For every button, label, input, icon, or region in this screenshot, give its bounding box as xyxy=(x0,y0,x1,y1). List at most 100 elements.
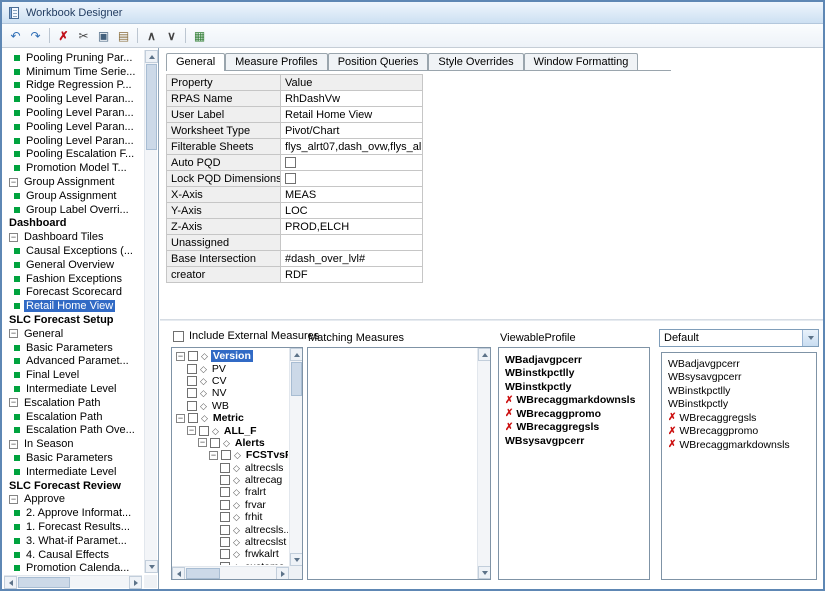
tree-expander-icon[interactable]: − xyxy=(209,451,218,460)
tab-general[interactable]: General xyxy=(166,53,225,71)
tree-expander-icon[interactable]: − xyxy=(176,414,185,423)
tree-item-1-forecast-results[interactable]: 1. Forecast Results... xyxy=(5,520,142,534)
format-grid-button[interactable]: ▦ xyxy=(190,26,209,45)
scroll-right-button[interactable] xyxy=(129,576,142,589)
tree-item-escalation-path-ove[interactable]: Escalation Path Ove... xyxy=(5,424,142,438)
measure-tree-item-nv[interactable]: ◇NV xyxy=(174,387,288,399)
default-item-wbrecaggpromo[interactable]: ✗WBrecaggpromo xyxy=(662,425,816,439)
tree-expander-icon[interactable]: − xyxy=(9,495,18,504)
default-item-wbinstkpctlly[interactable]: WBinstkpctlly xyxy=(662,384,816,398)
tree-vertical-scrollbar[interactable] xyxy=(144,50,157,573)
measure-tree-item-fralrt[interactable]: ◇fralrt xyxy=(174,486,288,498)
property-value[interactable]: LOC xyxy=(281,203,423,219)
nav-back-button[interactable]: ↶ xyxy=(6,26,25,45)
tree-item-dashboard-tiles[interactable]: −Dashboard Tiles xyxy=(5,230,142,244)
tree-item-fashion-exceptions[interactable]: Fashion Exceptions xyxy=(5,272,142,286)
tree-item-forecast-scorecard[interactable]: Forecast Scorecard xyxy=(5,286,142,300)
viewable-item-wbrecaggregsls[interactable]: ✗WBrecaggregsls xyxy=(499,421,649,435)
tree-item-final-level[interactable]: Final Level xyxy=(5,368,142,382)
measure-tree-item-altrecag[interactable]: ◇altrecag xyxy=(174,474,288,486)
tree-item-pooling-level-paran[interactable]: Pooling Level Paran... xyxy=(5,92,142,106)
tree-item-pooling-level-paran[interactable]: Pooling Level Paran... xyxy=(5,120,142,134)
tree-expander-icon[interactable]: − xyxy=(9,233,18,242)
measure-checkbox[interactable] xyxy=(220,500,230,510)
nav-forward-button[interactable]: ↷ xyxy=(26,26,45,45)
lock-pqd-dimensions-checkbox[interactable] xyxy=(285,173,296,184)
move-down-button[interactable]: ∨ xyxy=(162,26,181,45)
tree-item-pooling-escalation-f[interactable]: Pooling Escalation F... xyxy=(5,148,142,162)
tree-item-advanced-paramet[interactable]: Advanced Paramet... xyxy=(5,355,142,369)
tab-window-formatting[interactable]: Window Formatting xyxy=(524,53,639,70)
measure-checkbox[interactable] xyxy=(188,351,198,361)
measure-checkbox[interactable] xyxy=(220,562,230,565)
viewable-item-wbrecaggmarkdownsls[interactable]: ✗WBrecaggmarkdownsls xyxy=(499,394,649,408)
default-item-wbinstkpctly[interactable]: WBinstkpctly xyxy=(662,398,816,412)
scroll-up-button[interactable] xyxy=(145,50,158,63)
tree-item-group-assignment[interactable]: Group Assignment xyxy=(5,189,142,203)
default-item-wbadjavgpcerr[interactable]: WBadjavgpcerr xyxy=(662,357,816,371)
measure-checkbox[interactable] xyxy=(220,512,230,522)
measure-tree-item-altrecsls[interactable]: ◇altrecsls xyxy=(174,462,288,474)
measure-tree-item-frvar[interactable]: ◇frvar xyxy=(174,499,288,511)
measure-tree-item-fcstvsre[interactable]: −◇FCSTvsRe... xyxy=(174,449,288,461)
auto-pqd-checkbox[interactable] xyxy=(285,157,296,168)
tree-expander-icon[interactable]: − xyxy=(9,178,18,187)
tree-item-in-season[interactable]: −In Season xyxy=(5,437,142,451)
tree-item-slc-forecast-setup[interactable]: SLC Forecast Setup xyxy=(5,313,142,327)
property-value[interactable]: MEAS xyxy=(281,187,423,203)
tree-item-promotion-calenda[interactable]: Promotion Calenda... xyxy=(5,561,142,574)
measure-tree-item-all-f[interactable]: −◇ALL_F xyxy=(174,424,288,436)
tree-item-group-label-overri[interactable]: Group Label Overri... xyxy=(5,203,142,217)
measure-checkbox[interactable] xyxy=(188,413,198,423)
scroll-up-button[interactable] xyxy=(290,348,303,361)
measure-checkbox[interactable] xyxy=(221,450,231,460)
tree-expander-icon[interactable]: − xyxy=(9,440,18,449)
tree-item-pooling-pruning-par[interactable]: Pooling Pruning Par... xyxy=(5,51,142,65)
property-value[interactable]: Retail Home View xyxy=(281,107,423,123)
tree-item-retail-home-view[interactable]: Retail Home View xyxy=(5,299,142,313)
cut-button[interactable]: ✂ xyxy=(74,26,93,45)
scroll-left-button[interactable] xyxy=(4,576,17,589)
measure-checkbox[interactable] xyxy=(187,364,197,374)
tree-item-promotion-model-t[interactable]: Promotion Model T... xyxy=(5,161,142,175)
measure-checkbox[interactable] xyxy=(220,525,230,535)
tree-item-group-assignment[interactable]: −Group Assignment xyxy=(5,175,142,189)
property-value[interactable] xyxy=(281,155,423,171)
measure-checkbox[interactable] xyxy=(220,549,230,559)
tree-item-4-causal-effects[interactable]: 4. Causal Effects xyxy=(5,548,142,562)
scroll-down-button[interactable] xyxy=(145,560,158,573)
property-value[interactable]: Pivot/Chart xyxy=(281,123,423,139)
viewable-item-wbinstkpctlly[interactable]: WBinstkpctlly xyxy=(499,367,649,381)
measure-tree-item-pv[interactable]: ◇PV xyxy=(174,362,288,374)
matching-vscrollbar[interactable] xyxy=(477,348,490,579)
viewable-item-wbadjavgpcerr[interactable]: WBadjavgpcerr xyxy=(499,353,649,367)
tab-position-queries[interactable]: Position Queries xyxy=(328,53,429,70)
measure-checkbox[interactable] xyxy=(220,487,230,497)
tree-vscroll-thumb[interactable] xyxy=(146,64,157,150)
profile-dropdown[interactable]: Default xyxy=(659,329,819,347)
measure-tree-vscrollbar[interactable] xyxy=(289,348,302,566)
tree-expander-icon[interactable]: − xyxy=(9,398,18,407)
tree-item-causal-exceptions[interactable]: Causal Exceptions (... xyxy=(5,244,142,258)
tree-item-pooling-level-paran[interactable]: Pooling Level Paran... xyxy=(5,106,142,120)
viewable-item-wbrecaggpromo[interactable]: ✗WBrecaggpromo xyxy=(499,407,649,421)
measure-checkbox[interactable] xyxy=(220,463,230,473)
measure-tree-item-customa[interactable]: ◇customa... xyxy=(174,561,288,565)
measure-vscroll-thumb[interactable] xyxy=(291,362,302,396)
tree-item-intermediate-level[interactable]: Intermediate Level xyxy=(5,465,142,479)
copy-button[interactable]: ▣ xyxy=(94,26,113,45)
tab-measure-profiles[interactable]: Measure Profiles xyxy=(225,53,328,70)
default-item-wbsysavgpcerr[interactable]: WBsysavgpcerr xyxy=(662,371,816,385)
measure-checkbox[interactable] xyxy=(220,537,230,547)
delete-button[interactable]: ✗ xyxy=(54,26,73,45)
property-value[interactable]: RDF xyxy=(281,267,423,283)
viewable-item-wbsysavgpcerr[interactable]: WBsysavgpcerr xyxy=(499,434,649,448)
tree-item-general-overview[interactable]: General Overview xyxy=(5,258,142,272)
tree-item-basic-parameters[interactable]: Basic Parameters xyxy=(5,451,142,465)
measure-checkbox[interactable] xyxy=(187,388,197,398)
measure-tree-item-frwkalrt[interactable]: ◇frwkalrt xyxy=(174,548,288,560)
measure-tree-item-metric[interactable]: −◇Metric xyxy=(174,412,288,424)
tree-item-pooling-level-paran[interactable]: Pooling Level Paran... xyxy=(5,134,142,148)
tree-item-3-what-if-paramet[interactable]: 3. What-if Paramet... xyxy=(5,534,142,548)
titlebar[interactable]: Workbook Designer xyxy=(2,2,823,24)
